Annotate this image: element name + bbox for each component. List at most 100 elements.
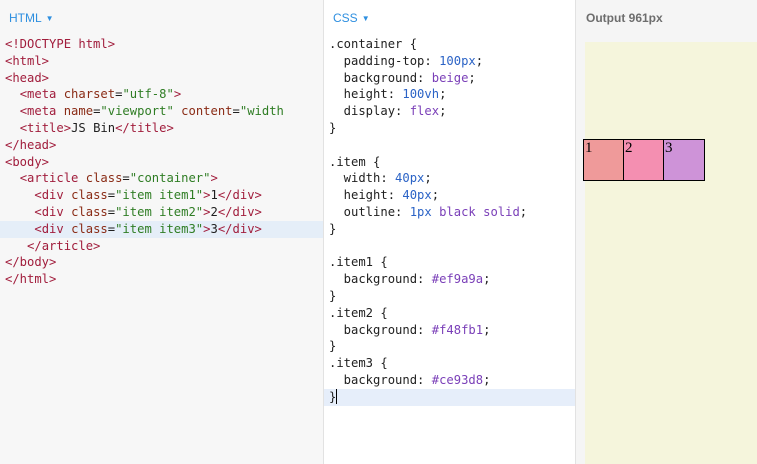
code-line[interactable]: <!DOCTYPE html> [0, 36, 323, 53]
code-token: 1px [409, 204, 432, 219]
code-line[interactable]: background: #ce93d8; [324, 372, 575, 389]
code-line[interactable]: <div class="item item1">1</div> [0, 187, 323, 204]
code-token: .item3 { [329, 356, 388, 371]
code-line[interactable]: <meta name="viewport" content="width [0, 103, 323, 120]
code-token: <div [34, 221, 64, 236]
code-line[interactable]: display: flex; [324, 103, 575, 120]
code-token: ; [439, 87, 447, 102]
code-token: > [173, 87, 182, 102]
html-code-editor[interactable]: <!DOCTYPE html> <html> <head> <meta charse… [0, 36, 323, 288]
code-token: <meta [19, 104, 57, 119]
code-token: <div [34, 204, 64, 219]
code-token: background: [329, 372, 432, 387]
code-token: class [71, 204, 108, 219]
code-token: "viewport" [100, 104, 174, 119]
code-token: ; [483, 322, 491, 337]
code-line[interactable]: </article> [0, 238, 323, 255]
css-panel-tab[interactable]: CSS ▼ [324, 0, 575, 36]
code-line[interactable]: <title>JS Bin</title> [0, 120, 323, 137]
code-token: <!DOCTYPE html> [5, 37, 116, 51]
code-line[interactable]: .item2 { [324, 305, 575, 322]
code-line[interactable]: height: 40px; [324, 187, 575, 204]
code-token: "container" [129, 171, 211, 186]
code-token: > [203, 204, 211, 219]
code-line[interactable]: <html> [0, 53, 323, 70]
code-line[interactable]: </body> [0, 254, 323, 271]
code-line[interactable]: background: beige; [324, 70, 575, 87]
code-line[interactable]: <meta charset="utf-8"> [0, 86, 323, 103]
code-line[interactable]: } [324, 120, 575, 137]
output-canvas[interactable]: 123 [583, 42, 757, 464]
code-line[interactable]: } [324, 288, 575, 305]
code-token: charset [63, 87, 116, 102]
code-token: beige [431, 70, 469, 85]
code-token: width: [329, 171, 396, 186]
code-line[interactable]: <div class="item item2">2</div> [0, 204, 323, 221]
code-token: = [107, 221, 116, 236]
code-token: "item item3" [115, 221, 204, 236]
code-token: #ef9a9a [431, 272, 484, 287]
code-token: background: [329, 322, 432, 337]
html-panel-label: HTML [9, 11, 42, 25]
output-item-1: 1 [583, 139, 625, 181]
code-token: JS Bin [71, 120, 116, 135]
code-token: black [439, 204, 476, 219]
code-line[interactable]: } [324, 388, 575, 406]
code-line[interactable]: background: #ef9a9a; [324, 271, 575, 288]
code-line[interactable]: .container { [324, 36, 575, 53]
code-token: .item { [329, 154, 381, 169]
code-token: <meta [19, 87, 57, 102]
code-token: ; [439, 104, 447, 119]
code-line[interactable]: height: 100vh; [324, 86, 575, 103]
code-token: name [63, 104, 94, 119]
code-token: "utf-8" [122, 87, 174, 102]
code-line[interactable]: } [324, 221, 575, 238]
code-line[interactable]: <article class="container"> [0, 170, 323, 187]
code-line[interactable]: <body> [0, 154, 323, 171]
code-line[interactable]: <div class="item item3">3</div> [0, 220, 323, 238]
code-line[interactable] [324, 137, 575, 154]
code-token: 1 [210, 188, 218, 203]
code-token: ; [431, 188, 440, 203]
code-token: ; [475, 53, 484, 68]
code-token: </div> [217, 188, 262, 203]
code-line[interactable]: </head> [0, 137, 323, 154]
code-token: ; [519, 204, 528, 219]
html-panel-tab[interactable]: HTML ▼ [0, 0, 323, 36]
code-line[interactable]: background: #f48fb1; [324, 322, 575, 339]
code-line[interactable] [324, 238, 575, 255]
code-line[interactable]: .item1 { [324, 254, 575, 271]
code-line[interactable]: <head> [0, 70, 323, 87]
output-panel: Output 961px 123 [576, 0, 757, 464]
code-token: class [85, 171, 123, 186]
code-line[interactable]: } [324, 338, 575, 355]
code-token: display: [329, 104, 410, 119]
code-line[interactable]: outline: 1px black solid; [324, 204, 575, 221]
code-token: height: [329, 87, 403, 102]
code-token: solid [483, 204, 520, 219]
code-line[interactable]: </html> [0, 271, 323, 288]
code-line[interactable]: width: 40px; [324, 170, 575, 187]
css-code-editor[interactable]: .container { padding-top: 100px; backgro… [324, 36, 575, 406]
code-token: .item1 { [329, 255, 388, 270]
code-token: 3 [210, 221, 218, 236]
code-line[interactable]: .item3 { [324, 355, 575, 372]
code-token: </title> [115, 120, 174, 135]
code-token: "item item2" [115, 204, 204, 219]
code-line[interactable]: .item { [324, 154, 575, 171]
code-token: <html> [5, 53, 50, 68]
code-token: flex [409, 104, 440, 119]
code-line[interactable]: padding-top: 100px; [324, 53, 575, 70]
